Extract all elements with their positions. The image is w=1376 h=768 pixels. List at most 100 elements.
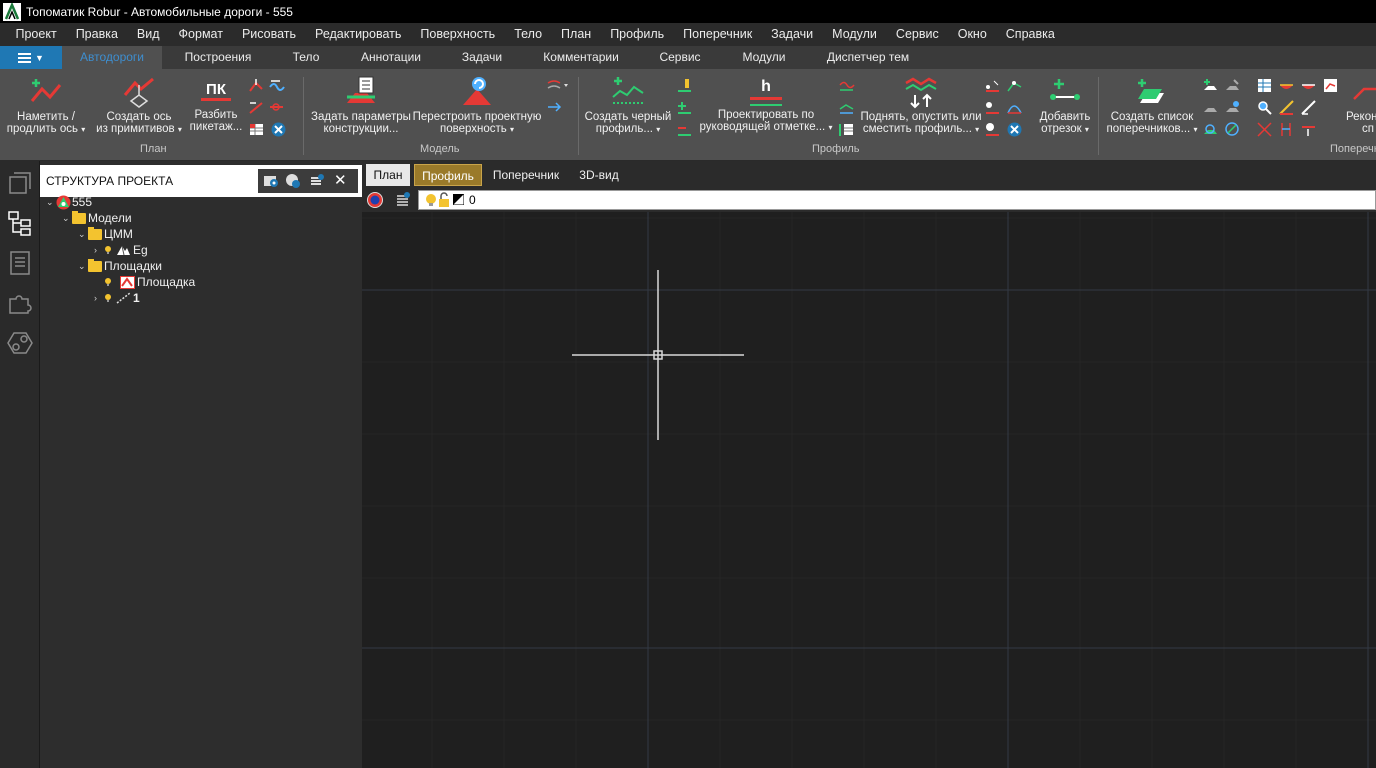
menu-service[interactable]: Сервис — [886, 23, 948, 46]
menu-draw[interactable]: Рисовать — [232, 23, 305, 46]
application-menu-button[interactable]: ▼ — [0, 46, 62, 69]
reconstruct-button[interactable]: Рекон сп — [1340, 75, 1376, 135]
create-cross-section-list-button[interactable]: Создать список поперечников... ▾ — [1104, 75, 1200, 136]
xs-view-icon[interactable] — [1224, 121, 1241, 138]
tree-node-root[interactable]: ⌄ 555 — [46, 194, 92, 210]
ribbon-tab-constructions[interactable]: Построения — [175, 46, 261, 69]
profile-node-icon-1[interactable] — [984, 77, 1001, 94]
split-axis-icon[interactable] — [268, 99, 285, 116]
profile-wave-icon[interactable] — [838, 77, 855, 94]
table-icon[interactable] — [248, 121, 265, 138]
menu-plan[interactable]: План — [552, 23, 601, 46]
menu-modify[interactable]: Редактировать — [306, 23, 411, 46]
profile-remove-icon[interactable] — [676, 121, 693, 138]
rebuild-surface-button[interactable]: Перестроить проектную поверхность ▾ — [412, 75, 542, 136]
ribbon-tab-annotations[interactable]: Аннотации — [350, 46, 432, 69]
eye-icon[interactable] — [262, 172, 280, 190]
chevron-right-icon[interactable]: › — [94, 293, 104, 303]
outline-axis-button[interactable]: Наметить / продлить ось ▾ — [6, 75, 86, 136]
close-icon[interactable]: ✕ — [334, 171, 347, 189]
chevron-down-icon[interactable]: ⌄ — [78, 229, 88, 240]
menu-format[interactable]: Формат — [169, 23, 232, 46]
design-by-guide-mark-button[interactable]: h Проектировать по руководящей отметке..… — [698, 75, 834, 134]
split-stationing-button[interactable]: ПК Разбить пикетаж... — [186, 75, 246, 134]
network-icon[interactable] — [6, 329, 34, 357]
create-black-profile-button[interactable]: Создать черный профиль... ▾ — [584, 75, 672, 136]
menu-help[interactable]: Справка — [996, 23, 1064, 46]
chevron-down-icon[interactable]: ⌄ — [62, 213, 72, 224]
xs-bowl-icon[interactable] — [1278, 77, 1295, 94]
tree-node-site[interactable]: Площадка — [104, 274, 195, 290]
menu-view[interactable]: Вид — [127, 23, 169, 46]
sync-icon[interactable] — [284, 172, 302, 190]
profile-table-icon[interactable] — [838, 121, 855, 138]
profile-node-icon-2[interactable] — [1006, 77, 1023, 94]
wave-axis-icon[interactable] — [268, 77, 285, 94]
menu-edit[interactable]: Правка — [66, 23, 127, 46]
layer-color-swatch[interactable] — [453, 194, 464, 205]
tree-node-eg[interactable]: › Eg — [94, 242, 148, 258]
menu-cross-section[interactable]: Поперечник — [674, 23, 762, 46]
ribbon-tab-service[interactable]: Сервис — [650, 46, 710, 69]
view-tab-cross-section[interactable]: Поперечник — [486, 164, 566, 186]
view-tab-profile[interactable]: Профиль — [414, 164, 482, 186]
xs-search-icon[interactable] — [1256, 99, 1273, 116]
profile-curve-icon[interactable] — [1006, 99, 1023, 116]
tree-node-sites[interactable]: ⌄ Площадки — [78, 258, 162, 274]
xs-bowl2-icon[interactable] — [1300, 77, 1317, 94]
menu-surface[interactable]: Поверхность — [411, 23, 505, 46]
xs-split-icon[interactable] — [1256, 121, 1273, 138]
menu-modules[interactable]: Модули — [823, 23, 887, 46]
properties-icon[interactable] — [6, 249, 34, 277]
menu-tasks[interactable]: Задачи — [762, 23, 823, 46]
ribbon-tab-tasks[interactable]: Задачи — [452, 46, 512, 69]
raise-lower-shift-profile-button[interactable]: Поднять, опустить или сместить профиль..… — [860, 75, 982, 136]
tools-icon[interactable] — [270, 121, 287, 138]
curve-icon[interactable] — [248, 99, 265, 116]
profile-grid-icon[interactable] — [838, 99, 855, 116]
add-segment-button[interactable]: Добавить отрезок ▾ — [1034, 75, 1096, 136]
menu-project[interactable]: Проект — [6, 23, 66, 46]
model-options-icon[interactable] — [546, 77, 570, 94]
construction-params-button[interactable]: Задать параметры конструкции... — [310, 75, 412, 135]
chevron-right-icon[interactable]: › — [94, 245, 104, 255]
tree-node-models[interactable]: ⌄ Модели — [62, 210, 132, 226]
xs-level-icon[interactable] — [1300, 121, 1317, 138]
chevron-down-icon[interactable]: ⌄ — [78, 261, 88, 272]
axis-from-primitives-button[interactable]: Создать ось из примитивов ▾ — [96, 75, 182, 136]
ribbon-tab-theme-manager[interactable]: Диспетчер тем — [818, 46, 918, 69]
layers-icon[interactable] — [6, 169, 34, 197]
xs-chart-icon[interactable] — [1322, 77, 1339, 94]
xs-delete-icon[interactable] — [1202, 99, 1219, 116]
view-tab-3d[interactable]: 3D-вид — [570, 164, 628, 186]
lightbulb-icon[interactable] — [104, 293, 112, 303]
tree-node-dtm[interactable]: ⌄ ЦММ — [78, 226, 133, 242]
tree-node-one[interactable]: › 1 — [94, 290, 140, 306]
xs-rotate-icon[interactable] — [1202, 121, 1219, 138]
lightbulb-icon[interactable] — [104, 245, 112, 255]
ribbon-tab-roads[interactable]: Автодороги — [62, 46, 162, 69]
drawing-canvas[interactable] — [362, 212, 1376, 768]
xs-table-icon[interactable] — [1256, 77, 1273, 94]
view-tab-plan[interactable]: План — [366, 164, 410, 186]
layer-select[interactable]: 0 — [418, 190, 1376, 210]
project-structure-icon[interactable] — [6, 209, 34, 237]
ribbon-tab-modules[interactable]: Модули — [732, 46, 796, 69]
chevron-down-icon[interactable]: ⌄ — [46, 197, 56, 208]
profile-add-icon[interactable] — [676, 99, 693, 116]
xs-refresh-icon[interactable] — [1224, 99, 1241, 116]
profile-tools-icon[interactable] — [1006, 121, 1023, 138]
ribbon-tab-body[interactable]: Тело — [280, 46, 332, 69]
menu-window[interactable]: Окно — [948, 23, 996, 46]
xs-grey-icon[interactable] — [1224, 77, 1241, 94]
xs-slope-icon[interactable] — [1278, 99, 1295, 116]
profile-edit-icon[interactable] — [676, 77, 693, 94]
puzzle-icon[interactable] — [6, 289, 34, 317]
profile-question-icon[interactable] — [984, 121, 1001, 138]
menu-body[interactable]: Тело — [505, 23, 552, 46]
xs-add-icon[interactable] — [1202, 77, 1219, 94]
profile-info-icon[interactable] — [984, 99, 1001, 116]
color-circle-icon[interactable] — [366, 191, 384, 209]
axis-edit-icon[interactable] — [248, 77, 265, 94]
menu-profile[interactable]: Профиль — [601, 23, 674, 46]
